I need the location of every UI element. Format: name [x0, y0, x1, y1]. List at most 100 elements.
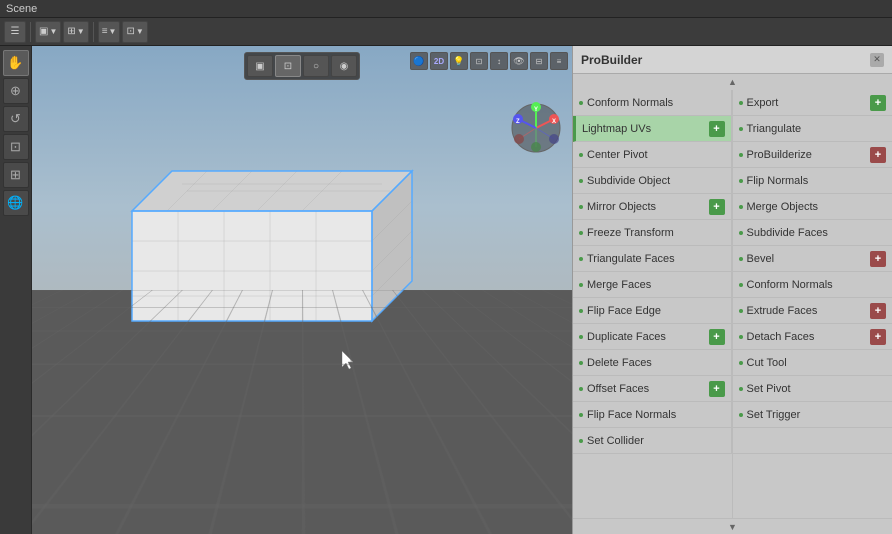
pb-item-offset-faces[interactable]: Offset Faces +: [573, 376, 732, 402]
pb-item-duplicate-faces[interactable]: Duplicate Faces +: [573, 324, 732, 350]
pb-item-flip-face-edge[interactable]: Flip Face Edge: [573, 298, 732, 324]
pb-item-subdivide-faces[interactable]: Subdivide Faces: [733, 220, 892, 246]
pb-plus-btn[interactable]: +: [870, 95, 886, 111]
pb-plus-btn-red[interactable]: +: [870, 147, 886, 163]
sep2: [93, 22, 94, 42]
pb-item-conform-normals-left[interactable]: Conform Normals: [573, 90, 732, 116]
pb-plus-btn[interactable]: +: [709, 199, 725, 215]
camera-gizmo[interactable]: X Y Z: [509, 101, 564, 159]
vp-2d-btn[interactable]: 2D: [430, 52, 448, 70]
pb-label: Flip Face Normals: [587, 409, 725, 421]
vp-gizmo-btn[interactable]: ↕: [490, 52, 508, 70]
pb-scroll-down-btn[interactable]: ▼: [573, 518, 892, 534]
vp-light-btn[interactable]: 💡: [450, 52, 468, 70]
toolbar-snap-btn[interactable]: ≡▼: [98, 21, 121, 43]
toolbar-menu-btn[interactable]: ☰: [4, 21, 26, 43]
tool-rotate[interactable]: ↺: [3, 106, 29, 132]
pb-scroll-up-btn[interactable]: ▲: [573, 74, 892, 90]
pb-close-btn[interactable]: ✕: [870, 53, 884, 67]
pb-item-merge-objects[interactable]: Merge Objects: [733, 194, 892, 220]
toolbar-layers-btn[interactable]: ▣▼: [35, 21, 61, 43]
pb-dot: [579, 413, 583, 417]
pb-dot: [739, 127, 743, 131]
pb-item-subdivide-object[interactable]: Subdivide Object: [573, 168, 732, 194]
vp-shaded-btn[interactable]: ⊡: [275, 55, 301, 77]
pb-item-set-trigger[interactable]: Set Trigger: [733, 402, 892, 428]
pb-plus-btn[interactable]: +: [709, 329, 725, 345]
pb-label: Duplicate Faces: [587, 331, 705, 343]
pb-label: Subdivide Object: [587, 175, 725, 187]
vp-wireframe-btn[interactable]: ○: [303, 55, 329, 77]
pb-item-triangulate[interactable]: Triangulate: [733, 116, 892, 142]
pb-item-detach-faces[interactable]: Detach Faces +: [733, 324, 892, 350]
pb-dot: [739, 387, 743, 391]
probuilder-panel: ProBuilder ✕ ▲ Conform Normals Lightmap …: [572, 46, 892, 534]
pb-dot: [739, 179, 743, 183]
pb-dot: [579, 101, 583, 105]
pb-item-mirror-objects[interactable]: Mirror Objects +: [573, 194, 732, 220]
toolbar-grid-btn[interactable]: ⊞▼: [63, 21, 88, 43]
pb-item-set-pivot[interactable]: Set Pivot: [733, 376, 892, 402]
pb-item-bevel[interactable]: Bevel +: [733, 246, 892, 272]
pb-item-center-pivot[interactable]: Center Pivot: [573, 142, 732, 168]
vp-textured-btn[interactable]: ◉: [331, 55, 357, 77]
pb-dot: [579, 439, 583, 443]
vp-visibility-btn[interactable]: 👁: [510, 52, 528, 70]
tool-hand[interactable]: ✋: [3, 50, 29, 76]
pb-plus-btn-red[interactable]: +: [870, 329, 886, 345]
viewport-toolbar: ▣ ⊡ ○ ◉: [244, 52, 360, 80]
pb-plus-btn-red[interactable]: +: [870, 303, 886, 319]
pb-item-set-collider[interactable]: Set Collider: [573, 428, 732, 454]
pb-dot: [739, 257, 743, 261]
pb-dot: [579, 309, 583, 313]
pb-item-extrude-faces[interactable]: Extrude Faces +: [733, 298, 892, 324]
pb-menu: Conform Normals Lightmap UVs + Center Pi…: [573, 90, 892, 518]
tool-move[interactable]: ⊕: [3, 78, 29, 104]
pb-item-probuilderize[interactable]: ProBuilderize +: [733, 142, 892, 168]
tool-scale[interactable]: ⊡: [3, 134, 29, 160]
pb-dot: [739, 335, 743, 339]
pb-label: Center Pivot: [587, 149, 725, 161]
pb-item-cut-tool[interactable]: Cut Tool: [733, 350, 892, 376]
pb-item-flip-face-normals[interactable]: Flip Face Normals: [573, 402, 732, 428]
left-tool-panel: ✋ ⊕ ↺ ⊡ ⊞ 🌐: [0, 46, 32, 534]
viewport: ▣ ⊡ ○ ◉ 🔵 2D 💡 ⊡ ↕ 👁 ⊟ ≡ X: [32, 46, 572, 534]
pb-item-export[interactable]: Export +: [733, 90, 892, 116]
top-toolbar: ☰ ▣▼ ⊞▼ ≡▼ ⊡▼: [0, 18, 892, 46]
pb-item-conform-normals-right[interactable]: Conform Normals: [733, 272, 892, 298]
pb-dot: [579, 335, 583, 339]
pb-dot: [739, 231, 743, 235]
pb-dot: [739, 205, 743, 209]
vp-more-btn[interactable]: ≡: [550, 52, 568, 70]
pb-dot: [739, 283, 743, 287]
pb-dot: [579, 387, 583, 391]
pb-item-delete-faces[interactable]: Delete Faces: [573, 350, 732, 376]
tool-rect[interactable]: ⊞: [3, 162, 29, 188]
window-title: Scene: [6, 3, 37, 15]
pb-item-lightmap-uvs[interactable]: Lightmap UVs +: [573, 116, 732, 142]
main-area: ✋ ⊕ ↺ ⊡ ⊞ 🌐 ▣ ⊡ ○ ◉ 🔵 2D 💡 ⊡ ↕ 👁 ⊟: [0, 46, 892, 534]
pb-item-flip-normals[interactable]: Flip Normals: [733, 168, 892, 194]
pb-plus-btn[interactable]: +: [709, 121, 725, 137]
pb-plus-btn-red[interactable]: +: [870, 251, 886, 267]
pb-label: Detach Faces: [747, 331, 867, 343]
pb-label: Set Trigger: [747, 409, 887, 421]
vp-render-btn[interactable]: 🔵: [410, 52, 428, 70]
pb-dot: [579, 205, 583, 209]
vp-perspective-btn[interactable]: ▣: [247, 55, 273, 77]
pb-label: Conform Normals: [587, 97, 725, 109]
pb-plus-btn[interactable]: +: [709, 381, 725, 397]
pb-item-empty: [733, 428, 892, 454]
pb-item-triangulate-faces[interactable]: Triangulate Faces: [573, 246, 732, 272]
tool-transform[interactable]: 🌐: [3, 190, 29, 216]
toolbar-pivot-btn[interactable]: ⊡▼: [122, 21, 147, 43]
pb-item-freeze-transform[interactable]: Freeze Transform: [573, 220, 732, 246]
vp-stats-btn[interactable]: ⊡: [470, 52, 488, 70]
pb-label: Flip Face Edge: [587, 305, 725, 317]
pb-item-merge-faces[interactable]: Merge Faces: [573, 272, 732, 298]
vp-layers-btn[interactable]: ⊟: [530, 52, 548, 70]
pb-label: Merge Objects: [747, 201, 887, 213]
pb-title: ProBuilder: [581, 53, 642, 67]
pb-dot: [579, 361, 583, 365]
scroll-down-icon: ▼: [728, 522, 737, 532]
